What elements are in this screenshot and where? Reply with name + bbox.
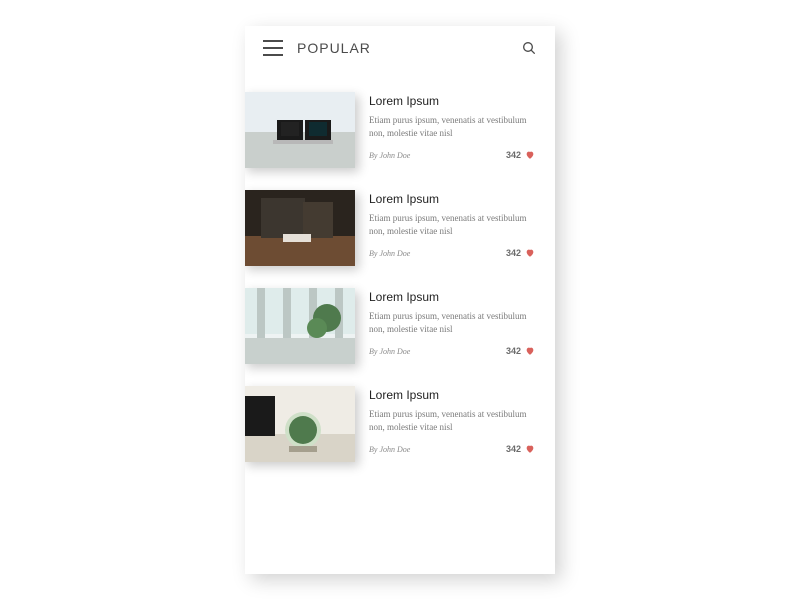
- top-bar: POPULAR: [245, 26, 555, 62]
- article-meta: By John Doe 342: [369, 444, 535, 454]
- header-left: POPULAR: [263, 40, 371, 56]
- article-author: By John Doe: [369, 445, 410, 454]
- article-content: Lorem Ipsum Etiam purus ipsum, venenatis…: [369, 92, 535, 168]
- likes-count: 342: [506, 346, 521, 356]
- article-content: Lorem Ipsum Etiam purus ipsum, venenatis…: [369, 386, 535, 462]
- likes-button[interactable]: 342: [506, 248, 535, 258]
- article-description: Etiam purus ipsum, venenatis at vestibul…: [369, 310, 535, 336]
- article-card[interactable]: Lorem Ipsum Etiam purus ipsum, venenatis…: [245, 92, 535, 168]
- article-card[interactable]: Lorem Ipsum Etiam purus ipsum, venenatis…: [245, 288, 535, 364]
- article-meta: By John Doe 342: [369, 248, 535, 258]
- article-description: Etiam purus ipsum, venenatis at vestibul…: [369, 408, 535, 434]
- likes-count: 342: [506, 444, 521, 454]
- article-content: Lorem Ipsum Etiam purus ipsum, venenatis…: [369, 190, 535, 266]
- article-feed: Lorem Ipsum Etiam purus ipsum, venenatis…: [245, 62, 555, 462]
- article-title: Lorem Ipsum: [369, 290, 535, 304]
- likes-count: 342: [506, 150, 521, 160]
- article-thumbnail: [245, 92, 355, 168]
- page-title: POPULAR: [297, 40, 371, 56]
- likes-button[interactable]: 342: [506, 150, 535, 160]
- article-thumbnail: [245, 190, 355, 266]
- search-icon[interactable]: [521, 40, 537, 56]
- heart-icon: [525, 346, 535, 356]
- article-title: Lorem Ipsum: [369, 94, 535, 108]
- article-description: Etiam purus ipsum, venenatis at vestibul…: [369, 114, 535, 140]
- heart-icon: [525, 444, 535, 454]
- likes-button[interactable]: 342: [506, 346, 535, 356]
- likes-count: 342: [506, 248, 521, 258]
- article-author: By John Doe: [369, 347, 410, 356]
- article-thumbnail: [245, 288, 355, 364]
- heart-icon: [525, 248, 535, 258]
- article-card[interactable]: Lorem Ipsum Etiam purus ipsum, venenatis…: [245, 386, 535, 462]
- article-thumbnail: [245, 386, 355, 462]
- article-title: Lorem Ipsum: [369, 192, 535, 206]
- article-meta: By John Doe 342: [369, 150, 535, 160]
- article-author: By John Doe: [369, 249, 410, 258]
- article-meta: By John Doe 342: [369, 346, 535, 356]
- article-author: By John Doe: [369, 151, 410, 160]
- menu-icon[interactable]: [263, 40, 283, 56]
- article-content: Lorem Ipsum Etiam purus ipsum, venenatis…: [369, 288, 535, 364]
- heart-icon: [525, 150, 535, 160]
- article-title: Lorem Ipsum: [369, 388, 535, 402]
- app-screen: POPULAR: [245, 26, 555, 574]
- article-card[interactable]: Lorem Ipsum Etiam purus ipsum, venenatis…: [245, 190, 535, 266]
- likes-button[interactable]: 342: [506, 444, 535, 454]
- article-description: Etiam purus ipsum, venenatis at vestibul…: [369, 212, 535, 238]
